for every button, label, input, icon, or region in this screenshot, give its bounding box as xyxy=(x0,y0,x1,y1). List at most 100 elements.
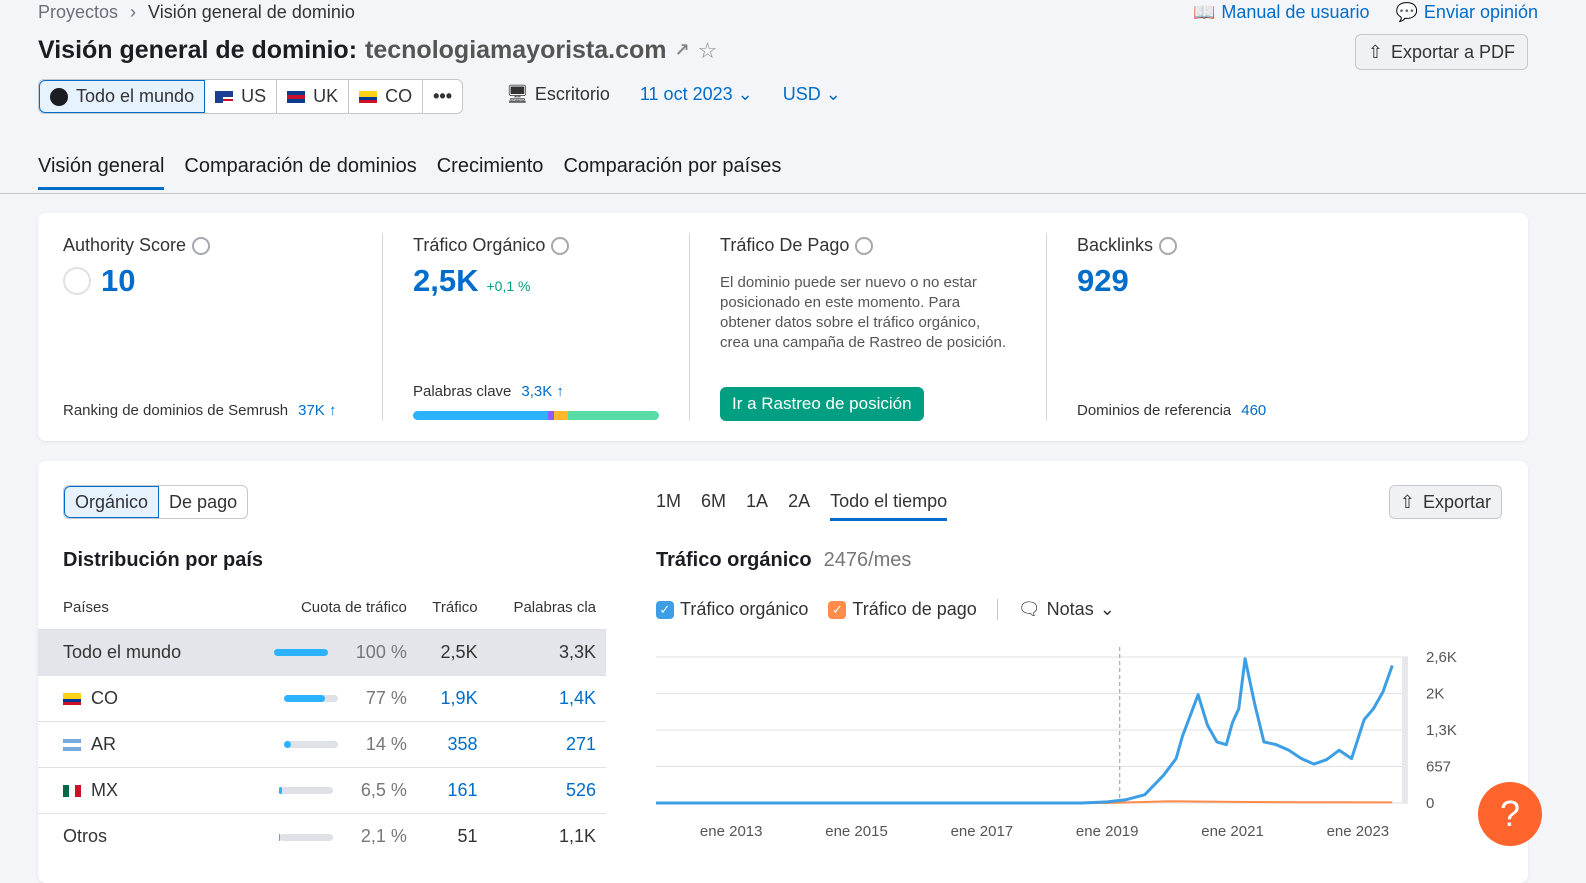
col-share[interactable]: Cuota de tráfico xyxy=(234,587,417,629)
x-tick-label: ene 2019 xyxy=(1076,823,1139,840)
traffic-value[interactable]: 1,9K xyxy=(416,674,488,721)
table-row[interactable]: CO 77 % 1,9K 1,4K xyxy=(38,674,606,721)
more-regions-button[interactable]: ••• xyxy=(423,80,462,113)
authority-score-number[interactable]: 10 xyxy=(101,263,135,299)
keywords-value[interactable]: 271 xyxy=(487,720,606,767)
chart-legend: ✓ Tráfico orgánico ✓ Tráfico de pago 🗨 Nota… xyxy=(656,599,1115,620)
keywords-value: 1,1K xyxy=(487,812,606,859)
table-row[interactable]: Todo el mundo 100 % 2,5K 3,3K xyxy=(38,628,606,675)
position-tracking-button[interactable]: Ir a Rastreo de posición xyxy=(720,387,924,421)
keywords-value[interactable]: 1,4K xyxy=(487,674,606,721)
referring-domains-value[interactable]: 460 xyxy=(1241,402,1266,419)
divider xyxy=(382,233,383,421)
breadcrumb-current: Visión general de dominio xyxy=(148,2,355,22)
range-2y[interactable]: 2A xyxy=(788,491,810,521)
table-row[interactable]: Otros 2,1 % 51 1,1K xyxy=(38,812,606,859)
range-1y[interactable]: 1A xyxy=(746,491,768,521)
legend-paid[interactable]: ✓ Tráfico de pago xyxy=(828,599,977,620)
chevron-right-icon: › xyxy=(130,2,137,22)
table-row[interactable]: AR 14 % 358 271 xyxy=(38,720,606,767)
keywords-value[interactable]: 3,3K ↑ xyxy=(521,383,564,400)
breadcrumb: Proyectos › Visión general de dominio xyxy=(38,2,355,23)
range-handle xyxy=(1402,657,1408,803)
organic-traffic-number[interactable]: 2,5K xyxy=(413,263,478,299)
region-worldwide[interactable]: Todo el mundo xyxy=(39,80,206,113)
traffic-value[interactable]: 358 xyxy=(416,720,488,767)
country-table: Países Cuota de tráfico Tráfico Palabras… xyxy=(38,587,606,859)
external-link-icon[interactable]: ↗ xyxy=(675,40,690,61)
filters: 🖥 Escritorio 11 oct 2023 ⌄ USD ⌄ xyxy=(506,84,841,105)
table-row[interactable]: MX 6,5 % 161 526 xyxy=(38,766,606,813)
range-all-time[interactable]: Todo el tiempo xyxy=(830,491,948,521)
col-country[interactable]: Países xyxy=(38,587,234,629)
tab-country-comparison[interactable]: Comparación por países xyxy=(563,155,781,190)
currency-label: USD xyxy=(782,84,821,104)
region-selector: Todo el mundo US UK CO ••• xyxy=(38,79,464,114)
date-selector[interactable]: 11 oct 2023 ⌄ xyxy=(640,84,753,105)
y-tick-label: 2,6K xyxy=(1426,649,1457,666)
traffic-chart[interactable]: 2,6K 2K 1,3K 657 0 ene 2013 ene 2015 ene 2017 en… xyxy=(648,641,1478,841)
chevron-down-icon: ⌄ xyxy=(737,84,753,104)
help-button[interactable]: ? xyxy=(1478,782,1542,846)
star-icon[interactable]: ☆ xyxy=(698,38,718,64)
info-icon[interactable] xyxy=(1159,236,1178,255)
y-tick-label: 2K xyxy=(1426,686,1444,703)
semrush-rank-label: Ranking de dominios de Semrush xyxy=(63,402,289,419)
referring-domains-label: Dominios de referencia xyxy=(1077,402,1232,419)
book-icon: 📖 xyxy=(1192,2,1216,22)
export-pdf-button[interactable]: ⇧ Exportar a PDF xyxy=(1354,34,1528,70)
user-manual-link[interactable]: 📖 Manual de usuario xyxy=(1193,2,1370,23)
tab-domain-comparison[interactable]: Comparación de dominios xyxy=(184,155,416,190)
metrics-card: Authority Score 10 Ranking de dominios d… xyxy=(38,213,1528,441)
col-traffic[interactable]: Tráfico xyxy=(417,587,488,629)
share-value: 6,5 % xyxy=(360,779,407,800)
region-co[interactable]: CO xyxy=(349,80,424,113)
country-name: CO xyxy=(91,687,118,708)
chart-monthly-value: 2476/mes xyxy=(823,549,912,571)
device-selector[interactable]: 🖥 Escritorio xyxy=(506,84,610,105)
backlinks-label: Backlinks xyxy=(1077,235,1178,256)
country-name: Todo el mundo xyxy=(38,628,234,675)
currency-selector[interactable]: USD ⌄ xyxy=(783,84,841,105)
info-icon[interactable] xyxy=(855,236,874,255)
authority-gauge-icon xyxy=(63,267,91,295)
keywords-value: 3,3K xyxy=(487,628,606,675)
organic-traffic-label: Tráfico Orgánico xyxy=(413,235,570,256)
range-6m[interactable]: 6M xyxy=(701,491,726,521)
paid-traffic-title: Tráfico De Pago xyxy=(720,235,850,255)
legend-organic[interactable]: ✓ Tráfico orgánico xyxy=(656,599,808,620)
traffic-value[interactable]: 161 xyxy=(416,766,488,813)
feedback-link[interactable]: 💬 Enviar opinión xyxy=(1396,2,1539,23)
range-1m[interactable]: 1M xyxy=(656,491,681,521)
notes-dropdown[interactable]: 🗨 Notas ⌄ xyxy=(996,599,1115,620)
breadcrumb-root[interactable]: Proyectos xyxy=(38,2,118,23)
region-us[interactable]: US xyxy=(205,80,278,113)
checkbox-checked-icon: ✓ xyxy=(828,600,847,619)
country-name: Otros xyxy=(38,812,234,859)
chart-header: Tráfico orgánico 2476/mes xyxy=(656,549,911,572)
tab-overview[interactable]: Visión general xyxy=(38,155,165,190)
traffic-type-toggle: Orgánico De pago xyxy=(63,485,249,519)
backlinks-number[interactable]: 929 xyxy=(1077,263,1129,299)
organic-toggle[interactable]: Orgánico xyxy=(64,486,160,518)
info-icon[interactable] xyxy=(192,236,211,255)
authority-score-label: Authority Score xyxy=(63,235,211,256)
export-button[interactable]: ⇧ Exportar xyxy=(1388,485,1502,519)
share-bar xyxy=(283,695,338,703)
share-bar xyxy=(278,833,333,841)
page-title: Visión general de dominio: tecnologiamay… xyxy=(38,36,717,65)
title-domain[interactable]: tecnologiamayorista.com xyxy=(365,36,666,65)
paid-toggle[interactable]: De pago xyxy=(159,486,247,518)
traffic-card: Orgánico De pago Distribución por país P… xyxy=(38,461,1528,883)
region-uk[interactable]: UK xyxy=(277,80,350,113)
comment-icon: 💬 xyxy=(1395,2,1418,22)
tab-growth[interactable]: Crecimiento xyxy=(437,155,544,190)
col-keywords[interactable]: Palabras cla xyxy=(488,587,606,629)
feedback-label: Enviar opinión xyxy=(1423,2,1538,22)
keywords-value[interactable]: 526 xyxy=(487,766,606,813)
y-tick-label: 657 xyxy=(1426,759,1451,776)
country-table-wrap: Países Cuota de tráfico Tráfico Palabras… xyxy=(38,587,606,859)
semrush-rank-value[interactable]: 37K ↑ xyxy=(298,402,336,419)
info-icon[interactable] xyxy=(551,236,570,255)
share-bar xyxy=(283,741,338,749)
